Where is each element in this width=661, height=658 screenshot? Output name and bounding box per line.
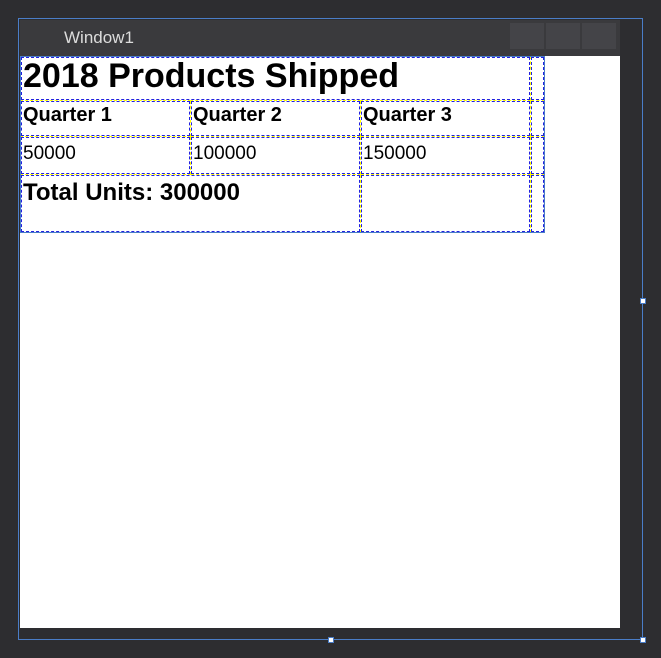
resize-handle-right[interactable] xyxy=(640,298,646,304)
page-title: 2018 Products Shipped xyxy=(21,57,530,96)
window-client-area[interactable]: 2018 Products Shipped Quarter 1 Quarter … xyxy=(20,56,620,628)
resize-handle-bottom[interactable] xyxy=(328,637,334,643)
close-button[interactable] xyxy=(582,23,616,49)
value-q3: 150000 xyxy=(361,137,530,171)
column-header-q1: Quarter 1 xyxy=(21,101,190,130)
maximize-button[interactable] xyxy=(546,23,580,49)
column-header-q2: Quarter 2 xyxy=(191,101,360,130)
window-caption-buttons xyxy=(510,23,616,49)
window-frame: Window1 2018 Products Shipped xyxy=(20,20,620,628)
total-units-label: Total Units: 300000 xyxy=(21,175,360,225)
window-titlebar[interactable]: Window1 xyxy=(20,20,620,56)
value-q1: 50000 xyxy=(21,137,190,171)
window-title: Window1 xyxy=(64,28,134,48)
value-q2: 100000 xyxy=(191,137,360,171)
resize-handle-bottom-right[interactable] xyxy=(640,637,646,643)
grid-layout[interactable]: 2018 Products Shipped Quarter 1 Quarter … xyxy=(20,56,545,233)
minimize-button[interactable] xyxy=(510,23,544,49)
column-header-q3: Quarter 3 xyxy=(361,101,530,130)
